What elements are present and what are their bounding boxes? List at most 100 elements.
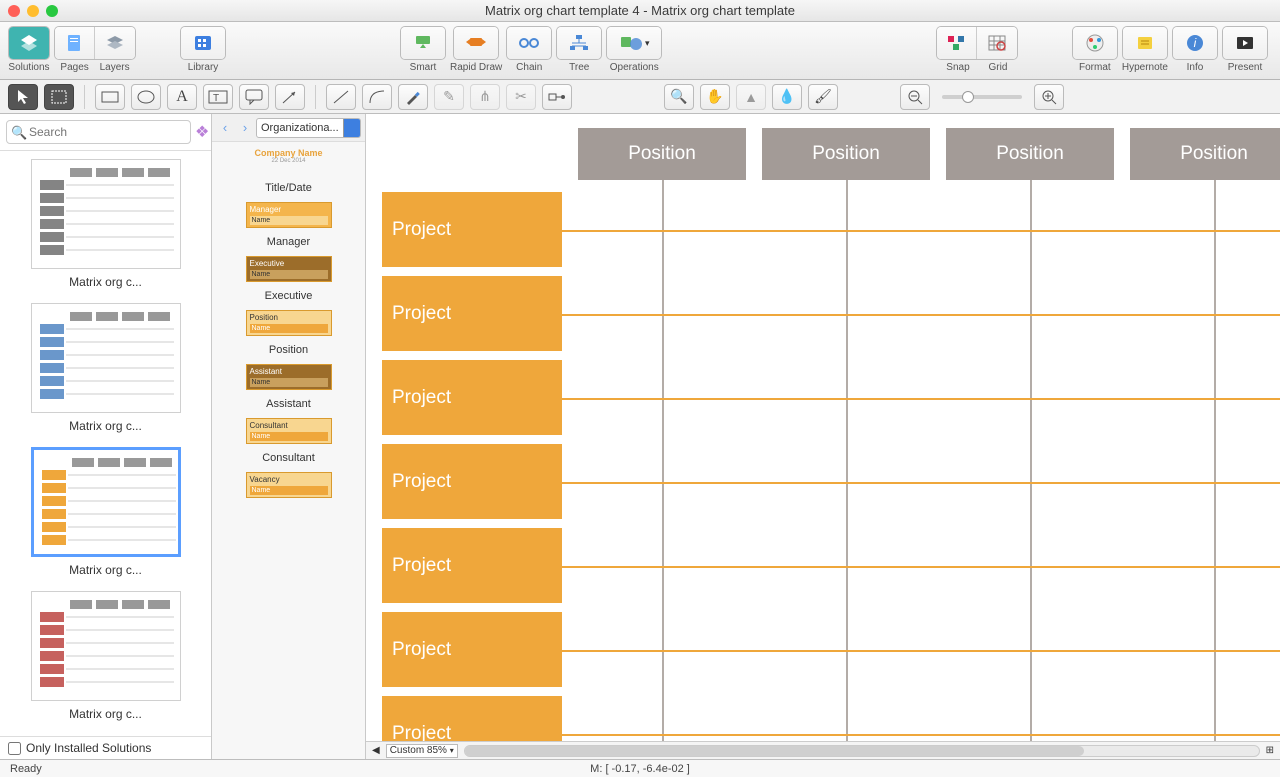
text-tool[interactable]: A — [167, 84, 197, 110]
scissors-tool[interactable]: ✂ — [506, 84, 536, 110]
lib-label-position: Position — [216, 344, 361, 356]
edit-point-tool[interactable]: ✎ — [434, 84, 464, 110]
position-header[interactable]: Position — [578, 128, 746, 180]
anchor-tool[interactable]: ⋔ — [470, 84, 500, 110]
svg-text:T: T — [213, 93, 219, 104]
vertical-connector — [1214, 180, 1216, 745]
pointer-tool[interactable] — [8, 84, 38, 110]
zoom-slider[interactable] — [942, 95, 1022, 99]
lib-label-manager: Manager — [216, 236, 361, 248]
manager-shape[interactable]: ManagerName — [246, 202, 332, 232]
ellipse-tool[interactable] — [131, 84, 161, 110]
info-label: Info — [1187, 62, 1204, 73]
present-label: Present — [1228, 62, 1262, 73]
zoom-level-select[interactable]: Custom 85% ▾ — [386, 744, 458, 758]
horizontal-connector — [562, 734, 1280, 736]
zoom-in-button[interactable] — [1034, 84, 1064, 110]
executive-shape[interactable]: ExecutiveName — [246, 256, 332, 286]
project-row[interactable]: Project — [382, 360, 562, 435]
smart-button[interactable] — [401, 27, 445, 59]
only-installed-input[interactable] — [8, 742, 21, 755]
search-input[interactable] — [6, 120, 191, 144]
thumbnail-caption: Matrix org c... — [6, 419, 205, 433]
library-back-button[interactable]: ‹ — [216, 118, 234, 138]
consultant-shape[interactable]: ConsultantName — [246, 418, 332, 448]
rapid-draw-button[interactable] — [454, 27, 498, 59]
library-forward-button[interactable]: › — [236, 118, 254, 138]
lib-label-executive: Executive — [216, 290, 361, 302]
library-button[interactable] — [181, 27, 225, 59]
library-category-select[interactable]: Organizationa... — [256, 118, 361, 138]
solutions-filter-icon[interactable]: ❖ — [195, 122, 209, 142]
line-tool[interactable] — [326, 84, 356, 110]
tools-toolbar: A T ✎ ⋔ ✂ 🔍 ✋ ▲ 💧 🖌 — [0, 80, 1280, 114]
hypernote-button[interactable] — [1123, 27, 1167, 59]
callout-tool[interactable] — [239, 84, 269, 110]
vacancy-shape[interactable]: VacancyName — [246, 472, 332, 502]
hand-tool[interactable]: ✋ — [700, 84, 730, 110]
vertical-connector — [662, 180, 664, 745]
template-thumbnail[interactable]: Matrix org c... — [6, 591, 205, 721]
pages-button[interactable] — [55, 27, 95, 59]
position-header[interactable]: Position — [946, 128, 1114, 180]
brush-tool[interactable]: 🖌 — [808, 84, 838, 110]
info-button[interactable]: i — [1173, 27, 1217, 59]
project-row[interactable]: Project — [382, 612, 562, 687]
format-button[interactable] — [1073, 27, 1117, 59]
smart-label: Smart — [410, 62, 437, 73]
project-row[interactable]: Project — [382, 528, 562, 603]
tree-label: Tree — [569, 62, 589, 73]
fit-page-icon[interactable]: ⊞ — [1266, 745, 1274, 756]
curve-tool[interactable] — [362, 84, 392, 110]
project-row[interactable]: Project — [382, 192, 562, 267]
present-button[interactable] — [1223, 27, 1267, 59]
operations-label: Operations — [610, 62, 659, 73]
company-name-shape[interactable]: Company Name — [246, 148, 332, 158]
layers-label: Layers — [100, 62, 130, 73]
arrow-tool[interactable] — [275, 84, 305, 110]
tree-button[interactable] — [557, 27, 601, 59]
horizontal-connector — [562, 314, 1280, 316]
solutions-sidebar: 🔍 ❖ Matrix org c... Matrix org c... Matrix… — [0, 114, 212, 759]
thumbnail-caption: Matrix org c... — [6, 563, 205, 577]
zoom-tool[interactable]: 🔍 — [664, 84, 694, 110]
only-installed-checkbox[interactable]: Only Installed Solutions — [0, 736, 211, 759]
main-toolbar: Solutions PagesLayers Library Smart Rapi… — [0, 22, 1280, 80]
snap-button[interactable] — [937, 27, 977, 59]
template-thumbnail[interactable]: Matrix org c... — [6, 159, 205, 289]
project-row[interactable]: Project — [382, 276, 562, 351]
format-label: Format — [1079, 62, 1111, 73]
solutions-button[interactable] — [9, 27, 49, 59]
text-select-tool[interactable] — [44, 84, 74, 110]
horizontal-scrollbar[interactable] — [464, 745, 1260, 757]
rectangle-tool[interactable] — [95, 84, 125, 110]
zoom-out-button[interactable] — [900, 84, 930, 110]
template-thumbnail[interactable]: Matrix org c... — [6, 303, 205, 433]
grid-label: Grid — [989, 62, 1008, 73]
snap-label: Snap — [946, 62, 969, 73]
library-label: Library — [188, 62, 219, 73]
project-row[interactable]: Project — [382, 444, 562, 519]
eyedropper-tool[interactable]: 💧 — [772, 84, 802, 110]
horizontal-connector — [562, 650, 1280, 652]
position-shape[interactable]: PositionName — [246, 310, 332, 340]
connection-tool[interactable] — [542, 84, 572, 110]
search-icon: 🔍 — [11, 125, 27, 141]
template-thumbnail[interactable]: Matrix org c... — [6, 447, 205, 577]
status-bar: Ready M: [ -0.17, -6.4e-02 ] — [0, 759, 1280, 777]
rapid-label: Rapid Draw — [450, 62, 502, 73]
operations-button[interactable]: ▾ — [607, 27, 661, 59]
assistant-shape[interactable]: AssistantName — [246, 364, 332, 394]
stamp-tool[interactable]: ▲ — [736, 84, 766, 110]
textbox-tool[interactable]: T — [203, 84, 233, 110]
horizontal-connector — [562, 398, 1280, 400]
pen-tool[interactable] — [398, 84, 428, 110]
canvas-area[interactable]: Position Position Position Position Project P… — [366, 114, 1280, 759]
window-titlebar: Matrix org chart template 4 - Matrix org… — [0, 0, 1280, 22]
layers-button[interactable] — [95, 27, 135, 59]
canvas-bottom-bar: ◀ Custom 85% ▾ ⊞ — [366, 741, 1280, 759]
position-header[interactable]: Position — [762, 128, 930, 180]
chain-button[interactable] — [507, 27, 551, 59]
grid-button[interactable] — [977, 27, 1017, 59]
position-header[interactable]: Position — [1130, 128, 1280, 180]
